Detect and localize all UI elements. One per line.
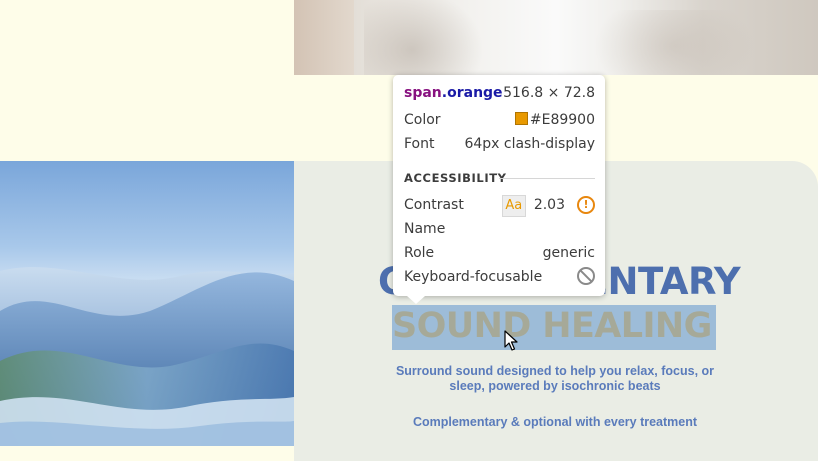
contrast-sample-badge: Aa xyxy=(501,195,526,217)
name-label: Name xyxy=(404,221,446,237)
tooltip-name-row: Name xyxy=(404,219,595,239)
color-value: #E89900 xyxy=(529,112,595,128)
treatment-note: Complementary & optional with every trea… xyxy=(412,415,698,429)
font-label: Font xyxy=(404,136,435,152)
section-divider xyxy=(499,178,595,179)
hero-photo-bathrobe xyxy=(294,0,818,75)
heading-sound-healing: SOUND HEALING xyxy=(392,306,712,346)
tooltip-color-row: Color #E89900 xyxy=(404,110,595,130)
color-label: Color xyxy=(404,112,441,128)
tooltip-arrow xyxy=(407,296,425,304)
font-value: 64px clash-display xyxy=(464,136,595,152)
accessibility-section-title: ACCESSIBILITY xyxy=(404,171,507,185)
tooltip-keyboard-row: Keyboard-focusable xyxy=(404,267,595,287)
role-value: generic xyxy=(542,245,595,261)
tooltip-contrast-row: Contrast Aa 2.03! xyxy=(404,195,595,217)
role-label: Role xyxy=(404,245,435,261)
warning-circle-icon: ! xyxy=(577,196,595,214)
mouse-pointer-icon xyxy=(504,330,518,351)
ocean-waves-image xyxy=(0,161,294,446)
element-class: .orange xyxy=(441,85,503,101)
contrast-label: Contrast xyxy=(404,197,464,213)
not-allowed-icon xyxy=(577,267,595,285)
keyboard-focusable-label: Keyboard-focusable xyxy=(404,269,543,285)
sound-healing-description: Surround sound designed to help you rela… xyxy=(395,364,715,393)
tooltip-role-row: Role generic xyxy=(404,243,595,263)
color-swatch-icon xyxy=(514,112,528,125)
tooltip-font-row: Font 64px clash-display xyxy=(404,134,595,154)
element-tag: span xyxy=(404,85,442,101)
tooltip-selector-row: span.orange 516.8 × 72.8 xyxy=(404,83,595,103)
element-dimensions: 516.8 × 72.8 xyxy=(503,85,595,101)
contrast-value: 2.03 xyxy=(533,197,565,213)
devtools-inspect-tooltip: span.orange 516.8 × 72.8 Color #E89900 F… xyxy=(393,75,605,304)
